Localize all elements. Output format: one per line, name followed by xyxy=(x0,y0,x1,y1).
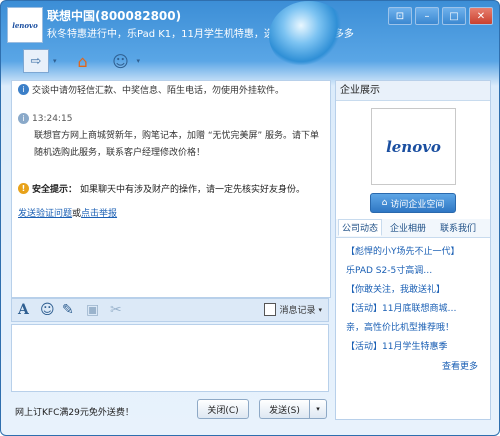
home-icon[interactable]: ⌂ xyxy=(71,50,95,72)
news-list: 【彪悍的小Y场先不止一代】 乐PAD S2-5寸高调… 【你敢关注，我敢送礼】 … xyxy=(346,243,486,357)
message-body: 联想官方网上商城贺新年，购笔记本，加赠 “无忧完美屏” 服务。请下单随机选购此服… xyxy=(34,131,320,158)
agent-caret-icon[interactable]: ▾ xyxy=(137,57,141,65)
message-area[interactable]: i 交谈中请勿轻信汇款、中奖信息、陌生电话，勿使用外挂软件。 i 13:24:1… xyxy=(11,80,331,298)
history-caret-icon: ▾ xyxy=(318,305,322,314)
view-more-link[interactable]: 查看更多 xyxy=(442,359,478,372)
company-sidebar: 企业展示 lenovo ⌂ 访问企业空间 公司动态 企业相册 联系我们 【彪悍的… xyxy=(335,80,491,420)
close-button[interactable]: 关闭(C) xyxy=(197,399,249,419)
minimize-button[interactable]: – xyxy=(415,7,439,25)
emoji-icon[interactable]: ☺ xyxy=(40,302,55,318)
history-label: 消息记录 xyxy=(279,306,316,316)
home-icon: ⌂ xyxy=(381,198,388,208)
contact-name: 联想中国(800082800) xyxy=(47,9,182,23)
message-input[interactable] xyxy=(11,324,329,392)
chat-toolbar: ⇨ ▾ ⌂ ☺ ▾ xyxy=(23,49,140,73)
report-link[interactable]: 点击举报 xyxy=(81,209,117,219)
skin-icon[interactable]: ⊡ xyxy=(388,7,412,25)
verify-links: 发送验证问题或点击举报 xyxy=(18,206,117,219)
message-history-button[interactable]: 消息记录 ▾ xyxy=(264,303,322,316)
send-verification-link[interactable]: 发送验证问题 xyxy=(18,209,72,219)
chat-window: lenovo 联想中国(800082800) 秋冬特惠进行中，乐Pad K1，1… xyxy=(0,0,500,436)
news-item[interactable]: 亲，高性价比机型推荐哦！ xyxy=(346,319,486,338)
transfer-caret-icon[interactable]: ▾ xyxy=(53,57,57,65)
send-options-button[interactable]: ▾ xyxy=(309,399,327,419)
close-window-button[interactable]: ✕ xyxy=(469,7,493,25)
title-bar[interactable]: lenovo 联想中国(800082800) 秋冬特惠进行中，乐Pad K1，1… xyxy=(1,1,499,71)
safety-tip: ! 安全提示： 如果聊天中有涉及财产的操作，请一定先核实好友身份。 xyxy=(18,182,305,195)
safety-text: 如果聊天中有涉及财产的操作，请一定先核实好友身份。 xyxy=(80,185,306,195)
image-icon[interactable]: ▣ xyxy=(86,302,99,318)
window-controls: ⊡ – □ ✕ xyxy=(388,7,493,25)
sidebar-header: 企业展示 xyxy=(336,81,490,101)
send-button[interactable]: 发送(S) xyxy=(259,399,309,419)
system-message-icon: i xyxy=(18,113,29,124)
avatar-logo-text: lenovo xyxy=(12,20,38,30)
message-time: i 13:24:15 xyxy=(18,113,72,124)
agent-icon[interactable]: ☺ xyxy=(109,50,133,72)
visit-space-label: 访问企业空间 xyxy=(390,199,445,210)
font-icon[interactable]: A xyxy=(18,302,29,318)
edit-icon[interactable]: ✎ xyxy=(62,302,74,318)
transfer-file-icon[interactable]: ⇨ xyxy=(23,49,49,73)
link-separator: 或 xyxy=(72,209,82,219)
visit-space-button[interactable]: ⌂ 访问企业空间 xyxy=(370,193,456,213)
sidebar-tabs: 公司动态 企业相册 联系我们 xyxy=(336,219,490,238)
tab-company-album[interactable]: 企业相册 xyxy=(390,221,426,234)
warning-icon: ! xyxy=(18,183,29,194)
safety-prefix: 安全提示： xyxy=(32,185,78,195)
tab-company-news[interactable]: 公司动态 xyxy=(338,219,383,236)
company-avatar[interactable]: lenovo xyxy=(7,7,43,43)
notice-text: 交谈中请勿轻信汇款、中奖信息、陌生电话，勿使用外挂软件。 xyxy=(32,86,285,96)
news-item[interactable]: 乐PAD S2-5寸高调… xyxy=(346,262,486,281)
info-icon: i xyxy=(18,84,29,95)
news-item[interactable]: 【你敢关注，我敢送礼】 xyxy=(346,281,486,300)
globe-decoration xyxy=(269,1,349,71)
ad-text[interactable]: 网上订KFC满29元免外送费！ xyxy=(15,405,134,418)
maximize-button[interactable]: □ xyxy=(442,7,466,25)
tab-contact-us[interactable]: 联系我们 xyxy=(440,221,476,234)
format-toolbar: A ☺ ✎ ▣ ✂ 消息记录 ▾ xyxy=(11,298,329,322)
company-logo-text: lenovo xyxy=(386,137,441,156)
history-icon xyxy=(264,303,277,316)
screenshot-cut-icon[interactable]: ✂ xyxy=(110,302,122,318)
news-item[interactable]: 【彪悍的小Y场先不止一代】 xyxy=(346,243,486,262)
news-item[interactable]: 【活动】11月底联想商城… xyxy=(346,300,486,319)
company-logo: lenovo xyxy=(371,108,456,185)
news-item[interactable]: 【活动】11月学生特惠季 xyxy=(346,338,486,357)
message-timestamp: 13:24:15 xyxy=(32,113,73,124)
security-notice: i 交谈中请勿轻信汇款、中奖信息、陌生电话，勿使用外挂软件。 xyxy=(18,83,284,96)
